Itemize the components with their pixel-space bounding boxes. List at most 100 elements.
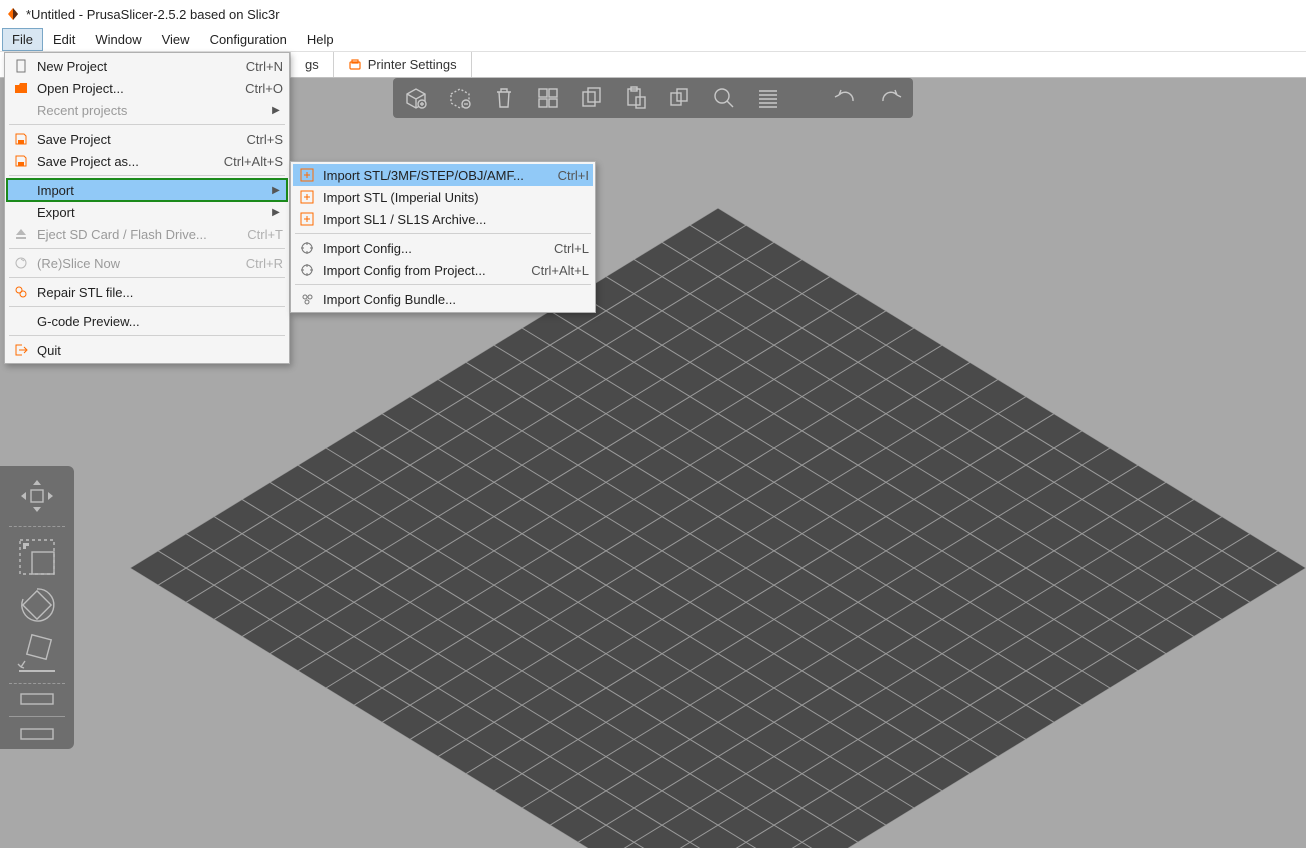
menu-edit[interactable]: Edit xyxy=(43,28,85,51)
file-menu-item-recent-projects: Recent projects▶ xyxy=(7,99,287,121)
menu-separator xyxy=(9,124,285,125)
plus-icon xyxy=(297,212,317,226)
menu-item-label: Repair STL file... xyxy=(31,285,283,300)
menu-item-label: New Project xyxy=(31,59,234,74)
file-menu-item-quit[interactable]: Quit xyxy=(7,339,287,361)
menu-separator xyxy=(9,277,285,278)
menu-separator xyxy=(9,248,285,249)
title-bar: *Untitled - PrusaSlicer-2.5.2 based on S… xyxy=(0,0,1306,28)
menu-separator xyxy=(9,335,285,336)
tab-partial[interactable]: gs xyxy=(290,52,334,77)
menu-item-label: Import Config... xyxy=(317,241,542,256)
separator xyxy=(9,716,65,717)
menu-item-shortcut: Ctrl+L xyxy=(542,241,589,256)
menu-item-shortcut: Ctrl+S xyxy=(235,132,283,147)
menu-item-label: Quit xyxy=(31,343,283,358)
undo-button[interactable] xyxy=(831,83,861,113)
import-menu-item-import-stl-imperial-units[interactable]: Import STL (Imperial Units) xyxy=(293,186,593,208)
file-menu-item-open-project[interactable]: Open Project...Ctrl+O xyxy=(7,77,287,99)
file-menu-item-import[interactable]: Import▶ xyxy=(7,179,287,201)
submenu-arrow-icon: ▶ xyxy=(269,105,283,116)
folder-icon xyxy=(11,81,31,95)
menu-item-label: Save Project xyxy=(31,132,235,147)
file-menu-item-eject-sd-card-flash-drive: Eject SD Card / Flash Drive...Ctrl+T xyxy=(7,223,287,245)
menu-item-label: Save Project as... xyxy=(31,154,212,169)
menu-item-label: Import Config from Project... xyxy=(317,263,519,278)
submenu-arrow-icon: ▶ xyxy=(269,207,283,218)
file-menu-item-export[interactable]: Export▶ xyxy=(7,201,287,223)
separator xyxy=(9,526,65,527)
paste-button[interactable] xyxy=(621,83,651,113)
menu-item-label: Import Config Bundle... xyxy=(317,292,589,307)
bundle-icon xyxy=(297,292,317,306)
menu-configuration[interactable]: Configuration xyxy=(200,28,297,51)
menu-item-shortcut: Ctrl+O xyxy=(233,81,283,96)
import-menu-item-import-config-from-project[interactable]: Import Config from Project...Ctrl+Alt+L xyxy=(293,259,593,281)
camera-pan-button[interactable] xyxy=(9,474,65,518)
search-button[interactable] xyxy=(709,83,739,113)
menu-separator xyxy=(295,233,591,234)
redo-button[interactable] xyxy=(875,83,905,113)
menu-separator xyxy=(9,306,285,307)
arrange-button[interactable] xyxy=(533,83,563,113)
file-menu-item-re-slice-now: (Re)Slice NowCtrl+R xyxy=(7,252,287,274)
file-menu-item-save-project-as[interactable]: Save Project as...Ctrl+Alt+S xyxy=(7,150,287,172)
menu-item-label: Import SL1 / SL1S Archive... xyxy=(317,212,589,227)
menu-separator xyxy=(295,284,591,285)
menu-item-shortcut: Ctrl+R xyxy=(234,256,283,271)
import-menu-item-import-sl1-sl1s-archive[interactable]: Import SL1 / SL1S Archive... xyxy=(293,208,593,230)
file-menu-item-new-project[interactable]: New ProjectCtrl+N xyxy=(7,55,287,77)
menu-item-label: Eject SD Card / Flash Drive... xyxy=(31,227,235,242)
quit-icon xyxy=(11,343,31,357)
trash-button[interactable] xyxy=(489,83,519,113)
menu-item-label: Open Project... xyxy=(31,81,233,96)
save-icon xyxy=(11,132,31,146)
menu-item-shortcut: Ctrl+I xyxy=(546,168,589,183)
menu-item-shortcut: Ctrl+Alt+L xyxy=(519,263,589,278)
menu-item-shortcut: Ctrl+Alt+S xyxy=(212,154,283,169)
import-menu-item-import-stl-3mf-step-obj-amf[interactable]: Import STL/3MF/STEP/OBJ/AMF...Ctrl+I xyxy=(293,164,593,186)
file-menu-item-save-project[interactable]: Save ProjectCtrl+S xyxy=(7,128,287,150)
menu-item-shortcut: Ctrl+T xyxy=(235,227,283,242)
rotate-button[interactable] xyxy=(9,583,65,627)
flatten-button[interactable] xyxy=(9,631,65,675)
separator xyxy=(9,683,65,684)
menu-window[interactable]: Window xyxy=(85,28,151,51)
eject-icon xyxy=(11,227,31,241)
menu-item-label: Recent projects xyxy=(31,103,269,118)
menu-file[interactable]: File xyxy=(2,28,43,51)
file-menu-item-g-code-preview[interactable]: G-code Preview... xyxy=(7,310,287,332)
file-menu-item-repair-stl-file[interactable]: Repair STL file... xyxy=(7,281,287,303)
layers-button[interactable] xyxy=(753,83,783,113)
menu-separator xyxy=(9,175,285,176)
menu-view[interactable]: View xyxy=(152,28,200,51)
printer-icon xyxy=(348,58,362,72)
duplicate-button[interactable] xyxy=(665,83,695,113)
add-cube-button[interactable] xyxy=(401,83,431,113)
menu-item-label: Import STL/3MF/STEP/OBJ/AMF... xyxy=(317,168,546,183)
reslice-icon xyxy=(11,256,31,270)
menu-item-label: (Re)Slice Now xyxy=(31,256,234,271)
plus-icon xyxy=(297,190,317,204)
target-icon xyxy=(297,241,317,255)
file-dropdown-menu: New ProjectCtrl+NOpen Project...Ctrl+ORe… xyxy=(4,52,290,364)
submenu-arrow-icon: ▶ xyxy=(269,185,283,196)
menu-bar: File Edit Window View Configuration Help xyxy=(0,28,1306,52)
menu-item-shortcut: Ctrl+N xyxy=(234,59,283,74)
move-button[interactable] xyxy=(9,535,65,579)
layer-tool-b-button[interactable] xyxy=(9,727,65,741)
repair-icon xyxy=(11,285,31,299)
target-icon xyxy=(297,263,317,277)
layer-tool-a-button[interactable] xyxy=(9,692,65,706)
import-menu-item-import-config-bundle[interactable]: Import Config Bundle... xyxy=(293,288,593,310)
menu-help[interactable]: Help xyxy=(297,28,344,51)
import-menu-item-import-config[interactable]: Import Config...Ctrl+L xyxy=(293,237,593,259)
menu-item-label: G-code Preview... xyxy=(31,314,283,329)
doc-icon xyxy=(11,59,31,73)
tab-printer-settings[interactable]: Printer Settings xyxy=(334,52,472,77)
import-submenu: Import STL/3MF/STEP/OBJ/AMF...Ctrl+IImpo… xyxy=(290,161,596,313)
remove-cube-button[interactable] xyxy=(445,83,475,113)
viewport-top-toolbar xyxy=(393,78,913,118)
window-title: *Untitled - PrusaSlicer-2.5.2 based on S… xyxy=(26,7,280,22)
copy-button[interactable] xyxy=(577,83,607,113)
